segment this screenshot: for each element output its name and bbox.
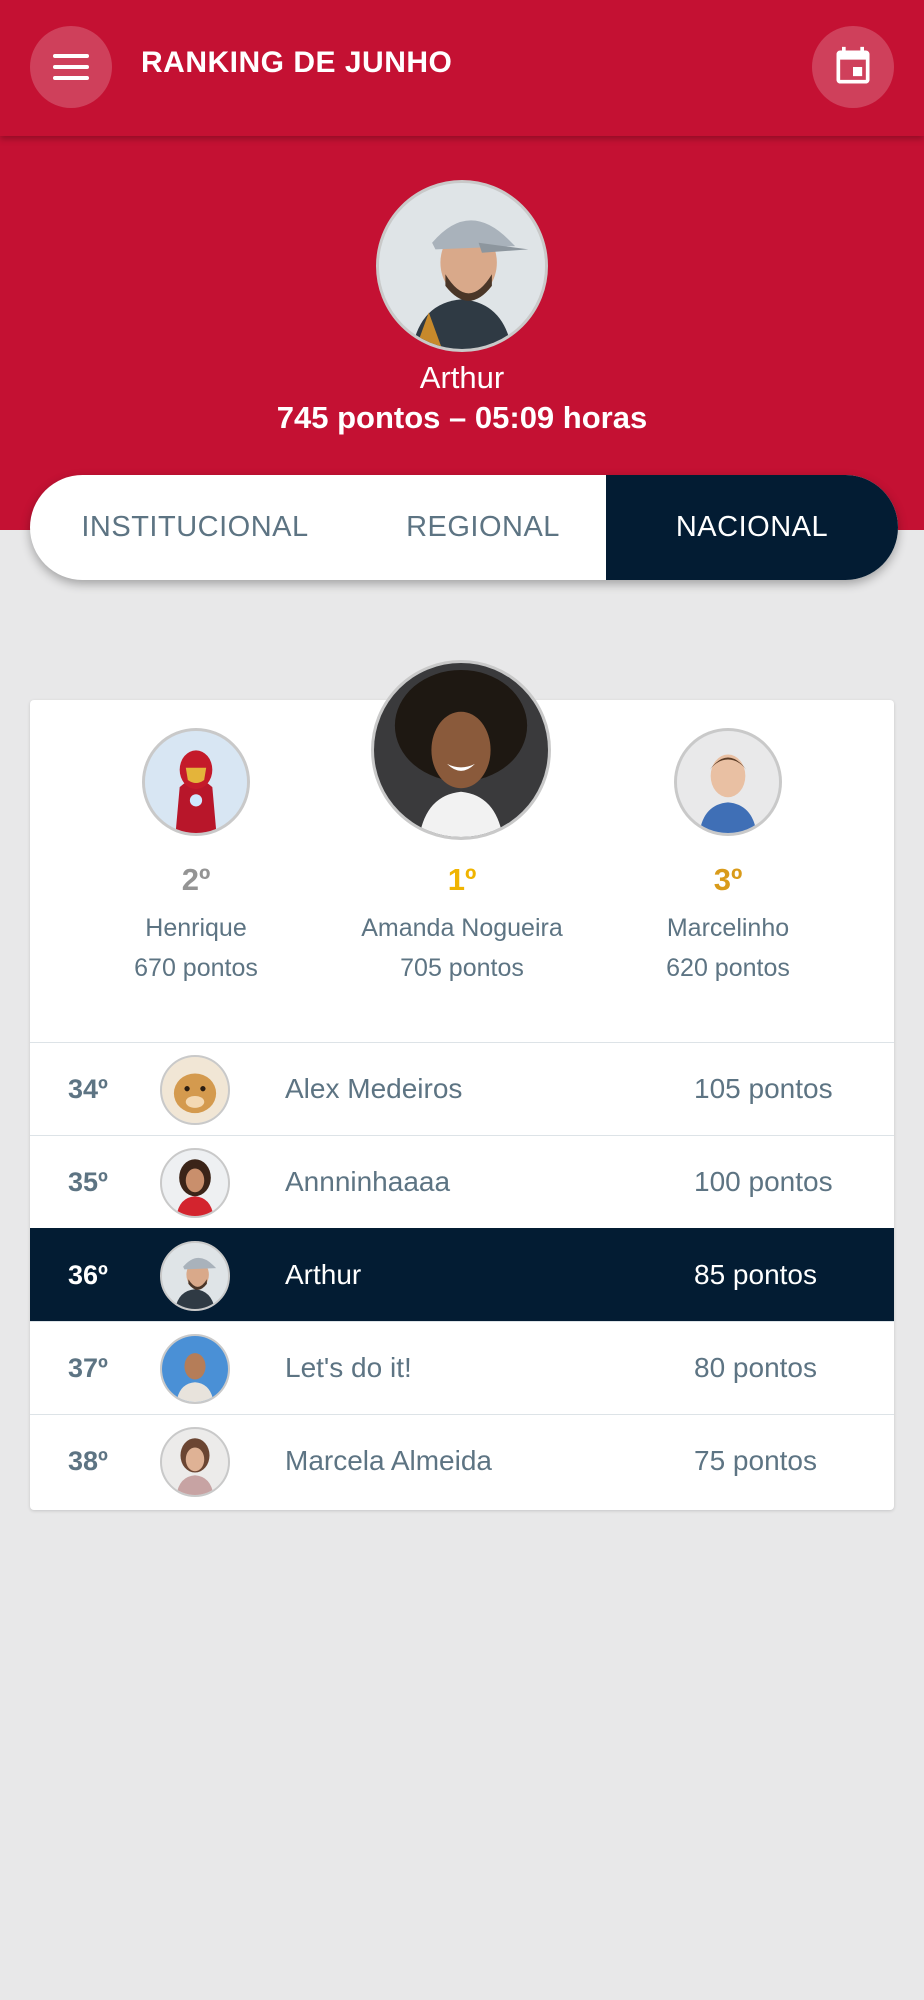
ranking-position: 34º [68,1073,108,1104]
ranking-name: Arthur [285,1259,362,1290]
podium-third-points: 620 pontos [666,954,790,982]
ranking-card: 2º Henrique 670 pontos 1º Amanda Nogueir… [30,660,894,1510]
tab-institucional[interactable]: INSTITUCIONAL [30,475,360,580]
ranking-avatar [160,1427,230,1497]
ranking-points: 75 pontos [694,1445,817,1476]
podium-third: 3º Marcelinho 620 pontos [588,862,868,988]
user-avatar[interactable] [376,180,548,352]
tab-nacional[interactable]: NACIONAL [606,475,898,580]
page-title: RANKING DE JUNHO [141,46,453,79]
app-bar: RANKING DE JUNHO [0,0,924,136]
ranking-list: 34º Alex Medeiros 105 pontos 35º Annninh… [30,1042,894,1507]
user-name: Arthur [419,360,505,395]
podium-first: 1º Amanda Nogueira 705 pontos [322,862,602,988]
ranking-avatar [160,1055,230,1125]
ranking-row[interactable]: 35º Annninhaaaa 100 pontos [30,1135,894,1228]
ranking-name: Annninhaaaa [285,1166,451,1197]
ranking-scope-tabs: INSTITUCIONAL REGIONAL NACIONAL [30,475,898,580]
ranking-row-current-user[interactable]: 36º Arthur 85 pontos [30,1228,894,1321]
podium-second-name: Henrique [145,914,247,942]
podium-second-avatar[interactable] [142,728,250,836]
ranking-avatar [160,1148,230,1218]
ranking-name: Marcela Almeida [285,1445,492,1476]
podium-second: 2º Henrique 670 pontos [56,862,336,988]
podium-second-points: 670 pontos [134,954,258,982]
user-stats: 745 pontos – 05:09 horas [276,400,648,435]
ranking-position: 36º [68,1259,108,1290]
tab-regional[interactable]: REGIONAL [360,475,606,580]
ranking-avatar [160,1334,230,1404]
podium-first-avatar[interactable] [371,660,551,840]
ranking-position: 37º [68,1352,108,1383]
ranking-points: 105 pontos [694,1073,833,1104]
ranking-row[interactable]: 37º Let's do it! 80 pontos [30,1321,894,1414]
podium-first-name: Amanda Nogueira [361,914,563,942]
ranking-points: 85 pontos [694,1259,817,1290]
ranking-points: 80 pontos [694,1352,817,1383]
menu-icon [53,54,89,80]
user-summary: Arthur 745 pontos – 05:09 horas [0,136,924,530]
menu-button[interactable] [30,26,112,108]
ranking-position: 35º [68,1166,108,1197]
calendar-icon [836,46,870,84]
ranking-points: 100 pontos [694,1166,833,1197]
calendar-button[interactable] [812,26,894,108]
ranking-avatar [160,1241,230,1311]
ranking-row[interactable]: 34º Alex Medeiros 105 pontos [30,1042,894,1135]
ranking-position: 38º [68,1445,108,1476]
ranking-name: Alex Medeiros [285,1073,463,1104]
ranking-row[interactable]: 38º Marcela Almeida 75 pontos [30,1414,894,1507]
podium-third-name: Marcelinho [666,914,790,942]
ranking-name: Let's do it! [285,1352,412,1383]
podium-first-position: 1º [447,862,477,897]
podium-first-points: 705 pontos [400,954,524,982]
podium-second-position: 2º [181,862,211,897]
podium-third-avatar[interactable] [674,728,782,836]
podium-third-position: 3º [713,862,743,897]
